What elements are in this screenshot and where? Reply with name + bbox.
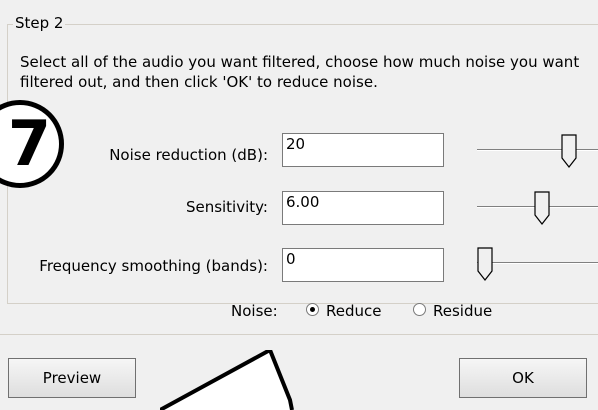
preview-button[interactable]: Preview — [8, 358, 136, 398]
noise-label: Noise: — [231, 302, 278, 320]
frequency-smoothing-value: 0 — [286, 250, 296, 268]
frequency-smoothing-input[interactable]: 0 — [282, 248, 444, 282]
slider-thumb[interactable] — [534, 191, 550, 225]
frequency-smoothing-slider[interactable] — [477, 247, 598, 281]
radio-reduce[interactable] — [306, 303, 319, 316]
divider — [0, 334, 598, 335]
slider-thumb[interactable] — [561, 134, 577, 168]
noise-radio-row: Noise: Reduce Residue — [0, 300, 598, 322]
noise-reduction-label: Noise reduction (dB): — [109, 146, 268, 164]
callout-shape — [160, 350, 294, 410]
noise-reduction-input[interactable]: 20 — [282, 133, 444, 167]
instructions-line-2: filtered out, and then click 'OK' to red… — [20, 73, 378, 91]
sensitivity-label: Sensitivity: — [185, 198, 268, 216]
ok-button[interactable]: OK — [459, 358, 587, 398]
slider-track — [477, 262, 598, 264]
instructions-line-1: Select all of the audio you want filtere… — [20, 53, 580, 71]
sensitivity-slider[interactable] — [477, 191, 598, 225]
radio-residue-label[interactable]: Residue — [433, 300, 492, 322]
noise-reduction-value: 20 — [286, 135, 306, 153]
step-number: 7 — [7, 107, 51, 180]
frequency-smoothing-label: Frequency smoothing (bands): — [39, 257, 268, 275]
sensitivity-value: 6.00 — [286, 193, 320, 211]
slider-track — [477, 149, 598, 151]
radio-reduce-label[interactable]: Reduce — [326, 300, 381, 322]
group-title: Step 2 — [13, 14, 66, 32]
noise-reduction-slider[interactable] — [477, 134, 598, 168]
slider-thumb[interactable] — [477, 247, 493, 281]
radio-residue[interactable] — [413, 303, 426, 316]
sensitivity-input[interactable]: 6.00 — [282, 191, 444, 225]
instructions: Select all of the audio you want filtere… — [20, 52, 598, 92]
